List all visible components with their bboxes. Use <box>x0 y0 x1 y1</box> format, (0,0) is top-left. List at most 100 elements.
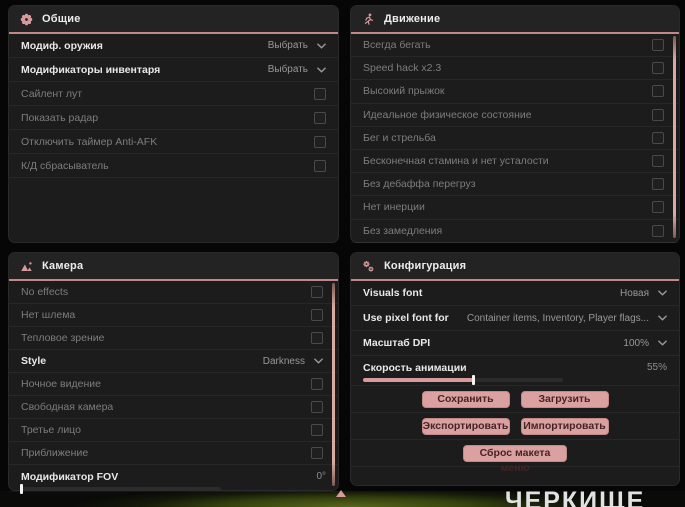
row-always-run[interactable]: Всегда бегать <box>351 34 679 58</box>
row-weapon-mod[interactable]: Модиф. оружия Выбрать <box>9 34 338 58</box>
panel-camera-header[interactable]: Камера <box>9 253 338 281</box>
row-label: Свободная камера <box>21 401 114 413</box>
row-label: Модификатор FOV <box>21 470 119 483</box>
checkbox[interactable] <box>652 62 664 75</box>
chevron-down-icon <box>658 290 667 296</box>
checkbox[interactable] <box>314 111 326 124</box>
animation-speed-slider-fill <box>363 378 473 382</box>
fov-slider[interactable] <box>20 484 221 494</box>
button-row-2: Экспортировать Импортировать <box>351 413 679 440</box>
scrollbar[interactable] <box>332 283 335 486</box>
checkbox[interactable] <box>314 159 326 172</box>
row-label: Без замедления <box>363 224 443 237</box>
panel-title: Конфигурация <box>384 260 467 272</box>
scrollbar[interactable] <box>673 36 676 238</box>
checkbox[interactable] <box>314 87 326 100</box>
style-dropdown[interactable]: Darkness <box>263 356 323 367</box>
checkbox[interactable] <box>311 424 323 436</box>
row-perfect-condition[interactable]: Идеальное физическое состояние <box>351 104 679 127</box>
import-button[interactable]: Импортировать <box>520 417 609 435</box>
row-pixel-font[interactable]: Use pixel font for Container items, Inve… <box>351 306 679 331</box>
checkbox[interactable] <box>311 447 323 459</box>
export-button[interactable]: Экспортировать <box>421 417 510 435</box>
panel-title: Общие <box>42 13 81 25</box>
row-no-helmet[interactable]: Нет шлема <box>9 304 338 327</box>
row-label: No effects <box>21 286 69 298</box>
row-show-radar[interactable]: Показать радар <box>9 106 338 130</box>
row-silent-loot[interactable]: Сайлент лут <box>9 82 338 106</box>
animation-speed-slider-handle[interactable] <box>472 375 475 385</box>
checkbox[interactable] <box>311 332 323 344</box>
row-label: Приближение <box>21 447 89 459</box>
row-dpi-scale[interactable]: Масштаб DPI 100% <box>351 331 679 356</box>
checkbox[interactable] <box>314 135 326 148</box>
reset-menu-layout-button[interactable]: Сброс макета меню <box>463 444 567 474</box>
row-label: Модиф. оружия <box>21 39 103 52</box>
checkbox[interactable] <box>311 378 323 390</box>
pixel-font-dropdown[interactable]: Container items, Inventory, Player flags… <box>467 313 667 324</box>
row-zoom[interactable]: Приближение <box>9 442 338 465</box>
chevron-down-icon <box>314 358 323 364</box>
checkbox[interactable] <box>652 85 664 98</box>
row-infinite-stamina[interactable]: Бесконечная стамина и нет усталости <box>351 150 679 174</box>
row-label: Идеальное физическое состояние <box>363 108 532 121</box>
save-button[interactable]: Сохранить <box>421 390 510 408</box>
row-no-overload-debuff[interactable]: Без дебаффа перегруз <box>351 173 679 197</box>
row-label: Всегда бегать <box>363 39 431 52</box>
row-third-person[interactable]: Третье лицо <box>9 419 338 442</box>
checkbox[interactable] <box>652 131 664 144</box>
dpi-scale-dropdown[interactable]: 100% <box>623 338 667 349</box>
animation-speed-slider[interactable] <box>363 375 563 385</box>
row-cooldown-reset[interactable]: К/Д сбрасыватель <box>9 154 338 178</box>
row-thermal-vision[interactable]: Тепловое зрение <box>9 327 338 350</box>
row-label: Style <box>21 355 47 367</box>
row-anti-afk-timer[interactable]: Отключить таймер Anti-AFK <box>9 130 338 154</box>
panel-camera: Камера No effects Нет шлема Тепловое зре… <box>8 252 339 494</box>
row-label: Сайлент лут <box>21 87 83 100</box>
panel-general-header[interactable]: Общие <box>9 6 338 34</box>
dropdown-value: Darkness <box>262 355 305 367</box>
fov-slider-handle[interactable] <box>20 484 23 494</box>
checkbox[interactable] <box>652 39 664 52</box>
weapon-mod-dropdown[interactable]: Выбрать <box>268 40 326 51</box>
panel-config-header[interactable]: Конфигурация <box>351 253 679 281</box>
row-fov-modifier[interactable]: Модификатор FOV 0° <box>9 465 338 494</box>
row-run-and-shoot[interactable]: Бег и стрельба <box>351 127 679 150</box>
row-speed-hack[interactable]: Speed hack x2.3 <box>351 57 679 81</box>
checkbox[interactable] <box>652 201 664 214</box>
load-button[interactable]: Загрузить <box>520 390 609 408</box>
row-visuals-font[interactable]: Visuals font Новая <box>351 281 679 306</box>
row-no-inertia[interactable]: Нет инерции <box>351 196 679 220</box>
row-label: Модификаторы инвентаря <box>21 63 161 76</box>
row-no-slowdown[interactable]: Без замедления <box>351 220 679 243</box>
row-night-vision[interactable]: Ночное видение <box>9 373 338 396</box>
row-animation-speed[interactable]: Скорость анимации 55% <box>351 356 679 386</box>
checkbox[interactable] <box>652 155 664 168</box>
panel-movement-header[interactable]: Движение <box>351 6 679 34</box>
row-label: Бег и стрельба <box>363 131 436 144</box>
game-screen: ЧЕРКИЩЕ Общие Модиф. оружия Выбрать Моди… <box>0 0 685 507</box>
row-label: Скорость анимации <box>363 361 467 374</box>
checkbox[interactable] <box>652 178 664 191</box>
chevron-down-icon <box>317 42 326 49</box>
chevron-down-icon <box>658 315 667 321</box>
checkbox[interactable] <box>311 286 323 298</box>
row-label: Ночное видение <box>21 378 101 390</box>
row-label: Visuals font <box>363 287 423 299</box>
checkbox[interactable] <box>311 309 323 321</box>
fov-value: 0° <box>316 471 326 482</box>
visuals-font-dropdown[interactable]: Новая <box>620 288 667 299</box>
resize-handle-icon[interactable] <box>336 490 346 497</box>
panel-title: Движение <box>384 13 441 25</box>
checkbox[interactable] <box>311 401 323 413</box>
panel-movement: Движение Всегда бегать Speed hack x2.3 В… <box>350 5 680 243</box>
row-no-effects[interactable]: No effects <box>9 281 338 304</box>
row-free-camera[interactable]: Свободная камера <box>9 396 338 419</box>
row-inventory-mods[interactable]: Модификаторы инвентаря Выбрать <box>9 58 338 82</box>
row-label: Speed hack x2.3 <box>363 62 442 75</box>
inventory-mods-dropdown[interactable]: Выбрать <box>268 64 326 75</box>
checkbox[interactable] <box>652 108 664 121</box>
row-style[interactable]: Style Darkness <box>9 350 338 373</box>
checkbox[interactable] <box>652 224 664 237</box>
row-high-jump[interactable]: Высокий прыжок <box>351 80 679 104</box>
